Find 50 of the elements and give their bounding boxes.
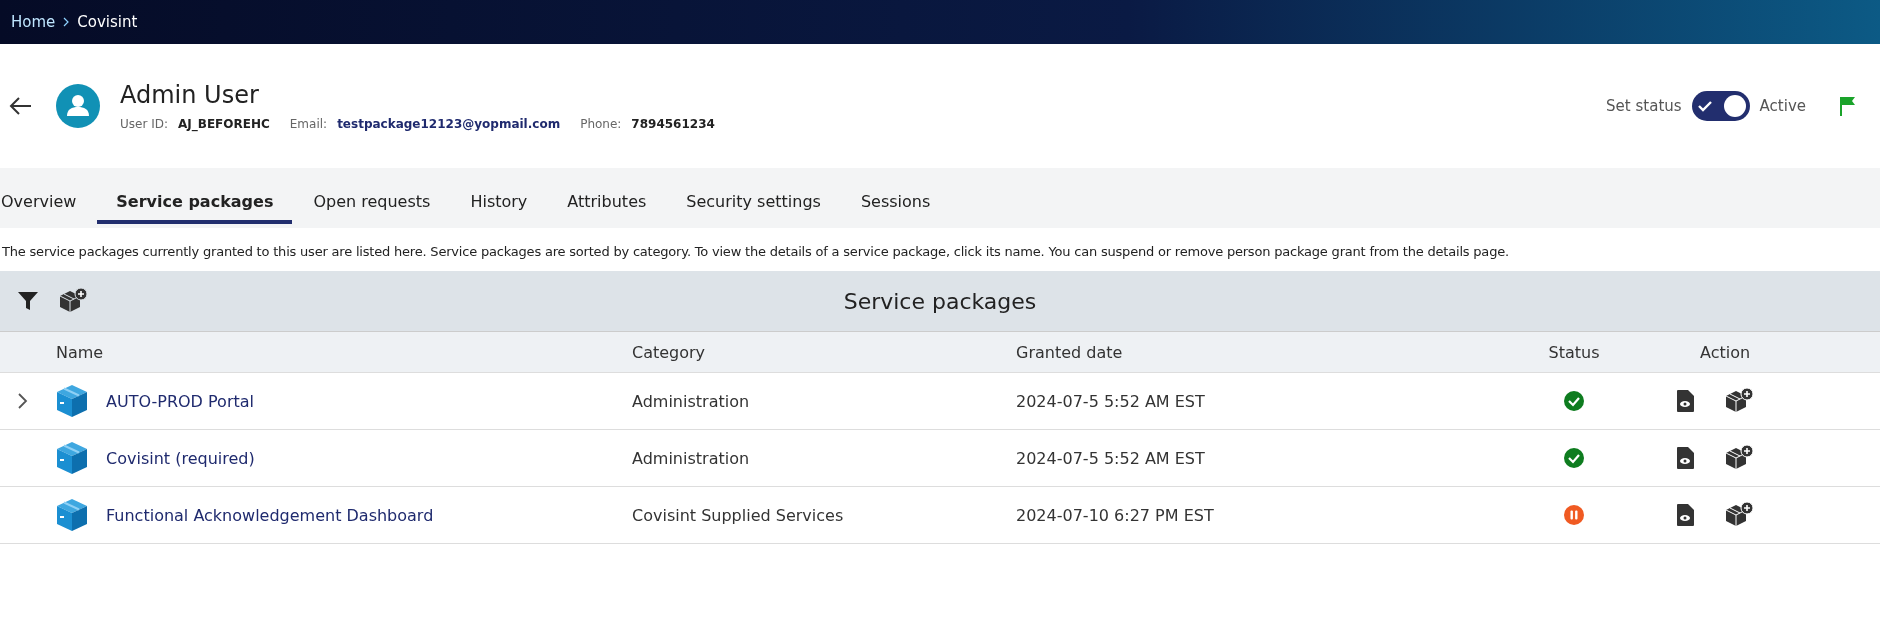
tab[interactable]: Service packages xyxy=(97,168,293,224)
tab[interactable]: Attributes xyxy=(548,168,666,224)
status-label: Set status xyxy=(1606,97,1682,115)
status-value: Active xyxy=(1759,97,1806,115)
table-cell-text: 2024-07-5 5:52 AM EST xyxy=(1016,391,1206,411)
column-header: Status xyxy=(1547,342,1601,362)
tab[interactable]: Open requests xyxy=(294,168,450,224)
package-link[interactable]: AUTO-PROD Portal xyxy=(106,391,254,411)
column-header: Action xyxy=(1699,342,1752,362)
column-header: Granted date xyxy=(1016,342,1124,362)
table-cell-text: Covisint Supplied Services xyxy=(632,505,845,525)
field-value: AJ_BEFOREHC xyxy=(178,117,270,131)
avatar-icon xyxy=(56,84,100,128)
description-text: The service packages currently granted to this user are listed here. Service packages are sorted by category. To view the details of a service package, click its name. You can suspend or remove person package grant from the details page. xyxy=(1,243,1510,261)
package-link[interactable]: Functional Acknowledgement Dashboard xyxy=(106,505,434,525)
add-package-button[interactable] xyxy=(1724,445,1754,471)
email-link[interactable]: testpackage12123@yopmail.com xyxy=(337,117,561,131)
table-cell-text: 2024-07-10 6:27 PM EST xyxy=(1016,505,1215,525)
field-value: 7894561234 xyxy=(631,117,715,131)
table-cell-text: Administration xyxy=(632,391,751,411)
check-icon xyxy=(1696,100,1713,112)
tab[interactable]: Security settings xyxy=(667,168,840,224)
field-label: Phone: xyxy=(580,117,622,131)
table-cell-text: 2024-07-5 5:52 AM EST xyxy=(1016,448,1206,468)
column-header: Category xyxy=(632,342,707,362)
add-package-button[interactable] xyxy=(1724,388,1754,414)
tab[interactable]: Overview xyxy=(0,168,96,224)
field-label: User ID: xyxy=(120,117,168,131)
status-toggle[interactable] xyxy=(1691,91,1750,121)
tab[interactable]: History xyxy=(451,168,547,224)
breadcrumb-link[interactable]: Home xyxy=(11,13,56,31)
column-header: Name xyxy=(55,342,105,362)
view-details-button[interactable] xyxy=(1676,390,1694,412)
chevron-icon xyxy=(63,17,70,27)
package-link[interactable]: Covisint (required) xyxy=(106,448,255,468)
package-icon xyxy=(56,384,88,418)
breadcrumb-current: Covisint xyxy=(77,13,138,31)
field-label: Email: xyxy=(289,117,328,131)
table-title: Service packages xyxy=(843,288,1037,314)
package-icon xyxy=(56,498,88,532)
user-name: Admin User xyxy=(120,81,260,109)
package-icon xyxy=(56,441,88,475)
view-details-button[interactable] xyxy=(1676,447,1694,469)
tab[interactable]: Sessions xyxy=(841,168,950,224)
filter-button[interactable] xyxy=(16,290,40,312)
view-details-button[interactable] xyxy=(1676,504,1694,526)
flag-icon xyxy=(1840,96,1856,116)
table-cell-text: Administration xyxy=(632,448,751,468)
chevron-icon xyxy=(18,393,28,409)
add-package-button[interactable] xyxy=(1724,502,1754,528)
